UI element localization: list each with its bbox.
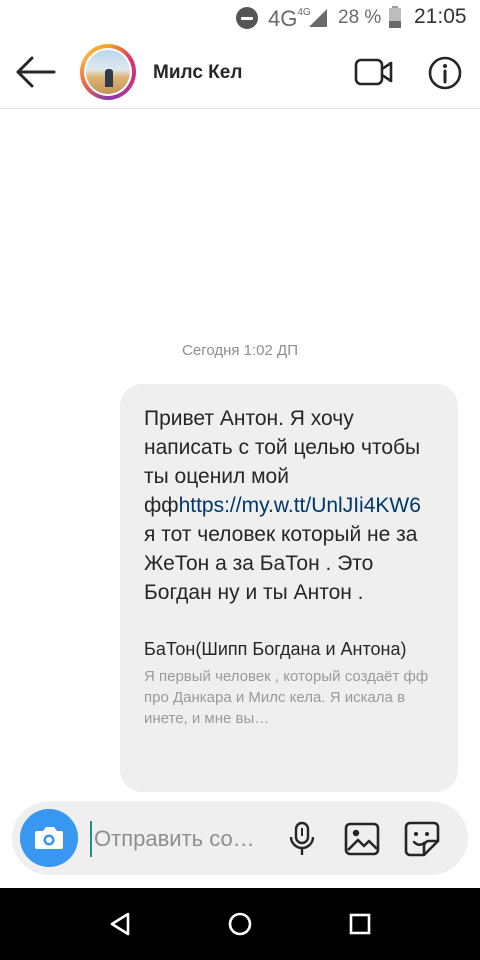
nav-home-icon[interactable] xyxy=(226,910,254,938)
message-bubble[interactable]: Привет Антон. Я хочу написать с той цель… xyxy=(120,384,458,792)
message-text-after: я тот человек который не за ЖеТон а за Б… xyxy=(144,523,418,604)
avatar-photo xyxy=(86,50,130,94)
video-camera-icon[interactable] xyxy=(354,56,394,88)
nav-back-icon[interactable] xyxy=(106,910,134,938)
status-bar: 4G4G 28 % 21:05 xyxy=(0,0,480,36)
network-indicator: 4G4G xyxy=(268,6,311,32)
signal-icon xyxy=(309,9,327,27)
nav-recent-icon[interactable] xyxy=(346,910,374,938)
message-input[interactable] xyxy=(90,821,286,857)
avatar[interactable] xyxy=(80,44,136,100)
contact-name[interactable]: Милс Кел xyxy=(153,62,242,84)
back-arrow-icon[interactable] xyxy=(14,52,58,92)
message-link[interactable]: https://my.w.tt/UnlJIi4KW6 xyxy=(179,494,421,517)
microphone-icon[interactable] xyxy=(288,821,316,857)
message-timestamp: Сегодня 1:02 ДП xyxy=(182,342,298,359)
avatar-frame xyxy=(84,48,132,96)
battery-percent: 28 % xyxy=(338,7,382,28)
gallery-icon[interactable] xyxy=(344,822,380,856)
chat-header: Милс Кел xyxy=(0,36,480,109)
network-label: 4G xyxy=(268,6,298,31)
battery-icon xyxy=(389,6,401,28)
camera-icon[interactable] xyxy=(20,809,78,867)
info-icon[interactable] xyxy=(428,56,462,90)
do-not-disturb-icon xyxy=(236,7,258,29)
clock: 21:05 xyxy=(414,5,467,28)
system-navigation-bar xyxy=(0,888,480,960)
message-text: Привет Антон. Я хочу написать с той цель… xyxy=(144,404,438,607)
screen: 4G4G 28 % 21:05 Милс Кел Сегодня 1:02 ДП… xyxy=(0,0,480,960)
link-preview-title[interactable]: БаТон(Шипп Богдана и Антона) xyxy=(144,637,438,661)
message-composer xyxy=(12,801,468,875)
link-preview-description: Я первый человек , который создаёт фф пр… xyxy=(144,668,429,727)
avatar-figure xyxy=(105,69,113,87)
sticker-icon[interactable] xyxy=(404,821,440,857)
